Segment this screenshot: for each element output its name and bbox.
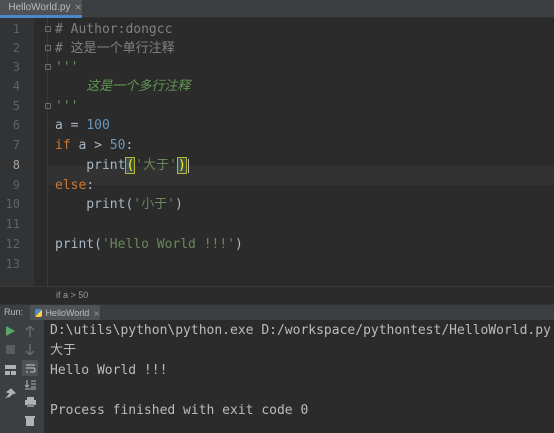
line-number: 2	[12, 41, 20, 55]
code-token-string: '小于'	[133, 197, 175, 212]
arrow-up-icon	[25, 325, 35, 337]
close-tab-icon[interactable]: ×	[74, 3, 82, 13]
layout-icon	[4, 365, 16, 375]
pin-icon	[5, 387, 16, 398]
line-number: 11	[5, 217, 20, 231]
code-token: a >	[70, 138, 110, 153]
line-number: 13	[5, 257, 20, 271]
editor-tab-bar: HelloWorld.py ×	[0, 0, 554, 18]
tab-title: HelloWorld.py	[8, 2, 71, 13]
code-token: :	[125, 138, 134, 153]
code-editor[interactable]: 1 2 3 4 5 6 7 8 9 10 11 12 13 # Author:d…	[0, 18, 554, 286]
line-number: 3	[12, 60, 20, 74]
breadcrumb-item[interactable]: if a > 50	[56, 290, 88, 300]
code-line-12: print('Hello World !!!')	[55, 235, 243, 254]
code-token: )	[174, 197, 183, 212]
scroll-up-button[interactable]	[22, 323, 38, 339]
console-line-output: 大于	[50, 343, 77, 358]
gutter-separator	[47, 18, 48, 286]
code-line-1: # Author:dongcc	[55, 22, 173, 37]
trash-icon	[25, 415, 35, 426]
code-token-number: 50	[109, 138, 126, 153]
code-line-2: # 这是一个单行注释	[55, 41, 175, 56]
restore-layout-button[interactable]	[2, 362, 18, 378]
clear-all-button[interactable]	[22, 412, 38, 428]
run-label: Run:	[4, 307, 24, 317]
run-toolbar	[0, 320, 44, 433]
run-tab-title: HelloWorld	[45, 308, 90, 318]
scroll-to-end-icon	[24, 379, 36, 390]
rerun-button[interactable]	[2, 323, 18, 339]
code-token-string: 'Hello World !!!'	[101, 237, 236, 252]
line-number: 12	[5, 237, 20, 251]
line-number: 4	[12, 79, 20, 93]
code-token-keyword: if	[55, 138, 71, 153]
play-icon	[6, 326, 15, 336]
print-button[interactable]	[22, 394, 38, 410]
code-line-8: print('大于')	[55, 156, 189, 175]
console-line-exit: Process finished with exit code 0	[50, 403, 309, 418]
line-number: 1	[12, 22, 20, 36]
line-number: 9	[12, 178, 20, 192]
line-number-active: 8	[12, 158, 20, 172]
python-run-icon	[35, 309, 43, 317]
code-line-4: 这是一个多行注释	[55, 79, 191, 94]
console-output[interactable]: D:\utils\python\python.exe D:/workspace/…	[50, 321, 551, 421]
printer-icon	[24, 397, 36, 407]
code-token-string: '大于'	[135, 158, 177, 173]
code-line-6: a = 100	[55, 116, 110, 135]
console-line-command: D:\utils\python\python.exe D:/workspace/…	[50, 323, 551, 338]
scroll-down-button[interactable]	[22, 341, 38, 357]
console-line-output: Hello World !!!	[50, 363, 168, 378]
code-line-3: '''	[55, 60, 79, 75]
line-number: 10	[5, 197, 20, 211]
scroll-to-end-button[interactable]	[22, 376, 38, 392]
fold-marker-icon[interactable]	[45, 103, 51, 109]
matched-brace-close: )	[176, 157, 187, 174]
soft-wrap-button[interactable]	[22, 360, 38, 376]
code-token: =	[62, 118, 87, 133]
code-token: a	[55, 118, 63, 133]
code-token-keyword: else	[55, 178, 87, 193]
code-line-10: print('小于')	[55, 195, 183, 214]
stop-button[interactable]	[2, 341, 18, 357]
code-token-number: 100	[86, 118, 110, 133]
code-line-5: '''	[55, 99, 79, 114]
fold-marker-icon[interactable]	[45, 26, 51, 32]
code-token: print	[55, 158, 126, 173]
code-token: :	[86, 178, 95, 193]
run-console: D:\utils\python\python.exe D:/workspace/…	[0, 320, 554, 433]
run-tool-window-header: Run: HelloWorld ×	[0, 304, 554, 321]
code-line-9: else:	[55, 176, 94, 195]
tab-helloworld[interactable]: HelloWorld.py ×	[0, 0, 82, 18]
code-token: )	[235, 237, 243, 252]
close-run-tab-icon[interactable]: ×	[93, 309, 100, 318]
code-token: print(	[55, 237, 102, 252]
fold-marker-icon[interactable]	[45, 45, 51, 51]
line-number: 5	[12, 99, 20, 113]
fold-marker-icon[interactable]	[45, 64, 51, 70]
matched-brace-open: (	[125, 157, 136, 174]
code-line-7: if a > 50:	[55, 136, 133, 155]
pin-tab-button[interactable]	[2, 385, 18, 401]
soft-wrap-icon	[25, 363, 36, 373]
stop-icon	[5, 344, 15, 354]
breadcrumb: if a > 50	[0, 286, 554, 304]
line-number: 7	[12, 138, 20, 152]
code-token: print(	[55, 197, 134, 212]
arrow-down-icon	[25, 343, 35, 355]
run-tab-helloworld[interactable]: HelloWorld ×	[30, 305, 100, 321]
line-number: 6	[12, 118, 20, 132]
text-caret	[187, 158, 189, 173]
